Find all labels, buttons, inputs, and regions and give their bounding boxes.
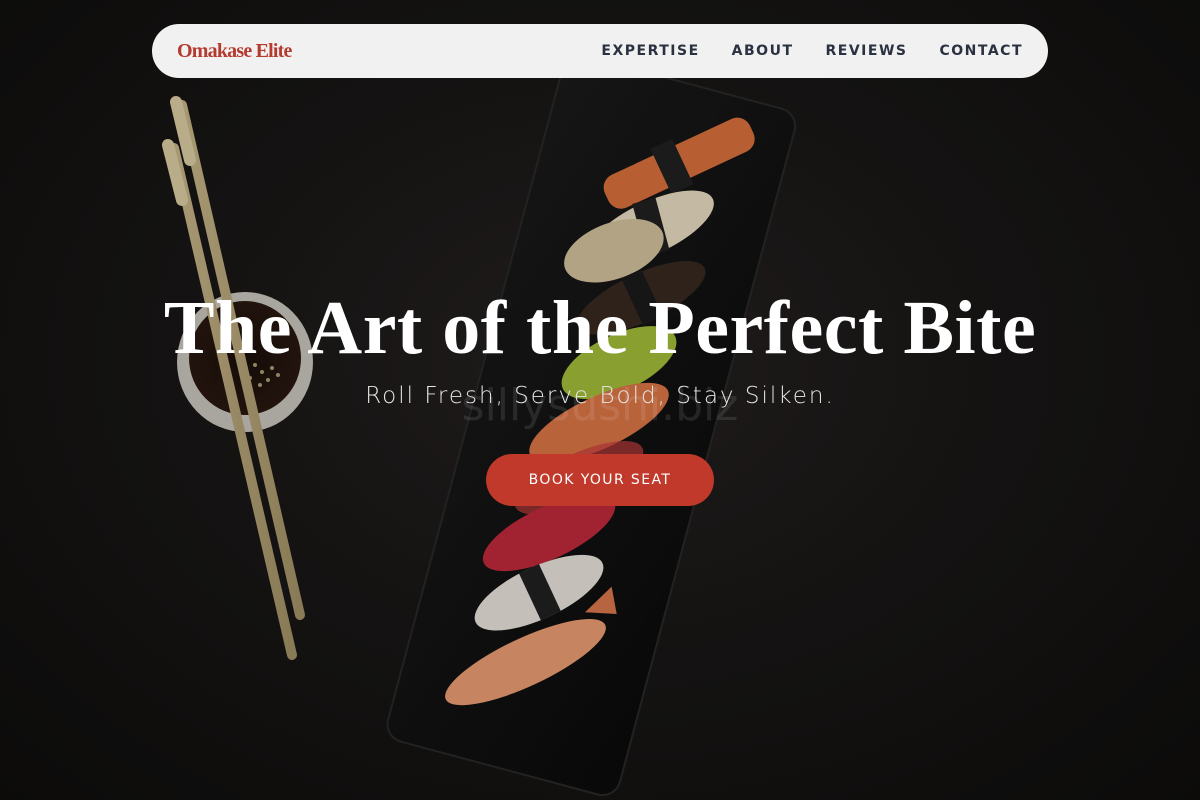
nav-links: EXPERTISE ABOUT REVIEWS CONTACT bbox=[601, 43, 1023, 59]
hero-title: The Art of the Perfect Bite bbox=[163, 286, 1037, 370]
brand-logo[interactable]: Omakase Elite bbox=[177, 40, 292, 63]
book-seat-button[interactable]: BOOK YOUR SEAT bbox=[486, 454, 714, 506]
nav-link-expertise[interactable]: EXPERTISE bbox=[601, 43, 699, 59]
nav-link-about[interactable]: ABOUT bbox=[732, 43, 794, 59]
hero-subtitle: Roll Fresh, Serve Bold, Stay Silken. bbox=[365, 383, 835, 409]
hero-section: Omakase Elite EXPERTISE ABOUT REVIEWS CO… bbox=[0, 0, 1200, 800]
nav-link-reviews[interactable]: REVIEWS bbox=[826, 43, 908, 59]
navbar: Omakase Elite EXPERTISE ABOUT REVIEWS CO… bbox=[152, 24, 1048, 78]
nav-link-contact[interactable]: CONTACT bbox=[939, 43, 1023, 59]
